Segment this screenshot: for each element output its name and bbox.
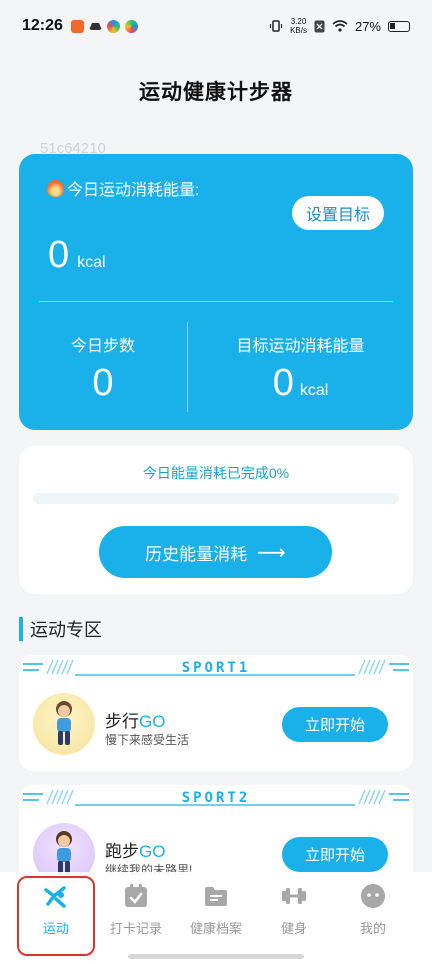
history-button-label: 历史能量消耗 <box>145 544 248 564</box>
sport-name: 跑步GO <box>105 837 165 862</box>
network-speed: 3.20 KB/s <box>290 17 307 35</box>
home-indicator[interactable] <box>128 954 304 959</box>
vibrate-icon <box>269 20 283 32</box>
sport-name: 步行GO <box>105 707 165 732</box>
start-walking-button[interactable]: 立即开始 <box>282 707 388 742</box>
sport-banner-text: SPORT2 <box>181 790 251 806</box>
walking-avatar <box>33 693 95 755</box>
energy-card: 今日运动消耗能量: 设置目标 0 kcal 今日步数 0 目标运动消耗能量 0 kc… <box>19 154 413 430</box>
app-notification-icon <box>70 19 84 33</box>
section-title: 运动专区 <box>30 620 102 640</box>
sport-card-walking: SPORT1 步行GO 慢下来感受生活 立即开始 <box>19 655 413 771</box>
steps-value: 0 <box>92 362 114 404</box>
walking-figure-icon <box>56 701 72 745</box>
run-icon <box>44 886 66 908</box>
start-running-button[interactable]: 立即开始 <box>282 837 388 872</box>
status-bar: 12:26 3.20 KB/s 27% <box>0 0 432 52</box>
network-speed-value: 3.20 <box>290 17 307 26</box>
tab-checkin-records[interactable]: 打卡记录 <box>97 882 175 948</box>
calendar-check-icon <box>125 884 147 907</box>
sport-banner: SPORT1 <box>19 655 413 681</box>
sport-description: 慢下来感受生活 <box>105 733 190 747</box>
dumbbell-icon <box>282 888 306 904</box>
bottom-tab-bar: 运动 打卡记录 健康档案 健身 我的 <box>0 872 432 964</box>
status-right: 3.20 KB/s 27% <box>269 17 410 35</box>
tab-profile[interactable]: 我的 <box>334 882 412 948</box>
sport-banner: SPORT2 <box>19 785 413 811</box>
profile-face-icon <box>361 884 385 908</box>
steps-label: 今日步数 <box>70 338 135 355</box>
tab-health-records[interactable]: 健康档案 <box>177 882 255 948</box>
tab-label: 打卡记录 <box>109 921 162 936</box>
goal-unit: kcal <box>299 382 329 399</box>
network-speed-unit: KB/s <box>290 26 307 35</box>
goal-stat: 目标运动消耗能量 0 kcal <box>188 332 413 405</box>
energy-unit: kcal <box>77 254 106 271</box>
progress-bar <box>33 493 399 504</box>
section-header: 运动专区 <box>19 616 102 642</box>
tab-fitness[interactable]: 健身 <box>255 882 333 948</box>
page-title: 运动健康计步器 <box>139 81 293 104</box>
status-time: 12:26 <box>22 17 63 34</box>
colorful-app-icon <box>106 19 120 33</box>
battery-percent: 27% <box>354 18 381 34</box>
sport-name-go: GO <box>139 712 166 731</box>
set-goal-button[interactable]: 设置目标 <box>292 196 384 230</box>
sport-banner-text: SPORT1 <box>181 660 251 676</box>
tab-label: 运动 <box>42 921 69 936</box>
sim-x-icon <box>314 20 325 32</box>
folder-icon <box>205 887 227 906</box>
fire-icon <box>47 179 64 197</box>
tab-sport[interactable]: 运动 <box>17 882 95 948</box>
card-divider <box>39 301 393 302</box>
progress-status-text: 今日能量消耗已完成0% <box>142 465 290 481</box>
sport-name-go: GO <box>139 842 166 861</box>
goal-value: 0 kcal <box>188 362 413 405</box>
section-accent-bar <box>19 617 23 641</box>
long-arrow-right-icon: ⟶ <box>257 541 286 564</box>
tab-label: 健康档案 <box>189 921 242 936</box>
wifi-icon <box>332 20 348 32</box>
notification-icons <box>70 19 138 33</box>
energy-label: 今日运动消耗能量: <box>47 176 199 200</box>
history-energy-button[interactable]: 历史能量消耗 ⟶ <box>99 526 332 578</box>
goal-value-number: 0 <box>272 362 294 404</box>
sport-name-prefix: 步行 <box>105 712 139 731</box>
crown-icon <box>88 22 102 30</box>
battery-icon <box>388 20 410 32</box>
goal-label: 目标运动消耗能量 <box>236 338 365 355</box>
energy-value: 0 kcal <box>48 234 106 277</box>
tab-label: 我的 <box>359 921 386 936</box>
energy-label-text: 今日运动消耗能量: <box>67 182 200 199</box>
colorful-app-icon-2 <box>124 19 138 33</box>
steps-stat: 今日步数 0 <box>19 332 187 405</box>
tab-label: 健身 <box>280 921 307 936</box>
energy-value-number: 0 <box>48 234 70 276</box>
progress-card: 今日能量消耗已完成0% 历史能量消耗 ⟶ <box>19 446 413 594</box>
sport-name-prefix: 跑步 <box>105 842 139 861</box>
